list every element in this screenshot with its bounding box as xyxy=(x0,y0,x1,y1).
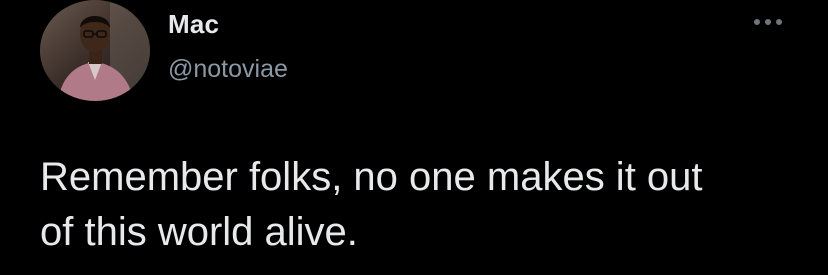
tweet-text: Remember folks, no one makes it out of t… xyxy=(40,155,703,254)
tweet-card: Mac @notoviae Remember folks, no one mak… xyxy=(0,0,828,275)
profile-photo-icon xyxy=(40,0,150,101)
user-handle[interactable]: @notoviae xyxy=(168,55,288,84)
more-horizontal-icon xyxy=(754,19,782,25)
avatar[interactable] xyxy=(40,0,150,101)
more-options-button[interactable] xyxy=(750,10,786,34)
display-name[interactable]: Mac xyxy=(168,9,219,40)
